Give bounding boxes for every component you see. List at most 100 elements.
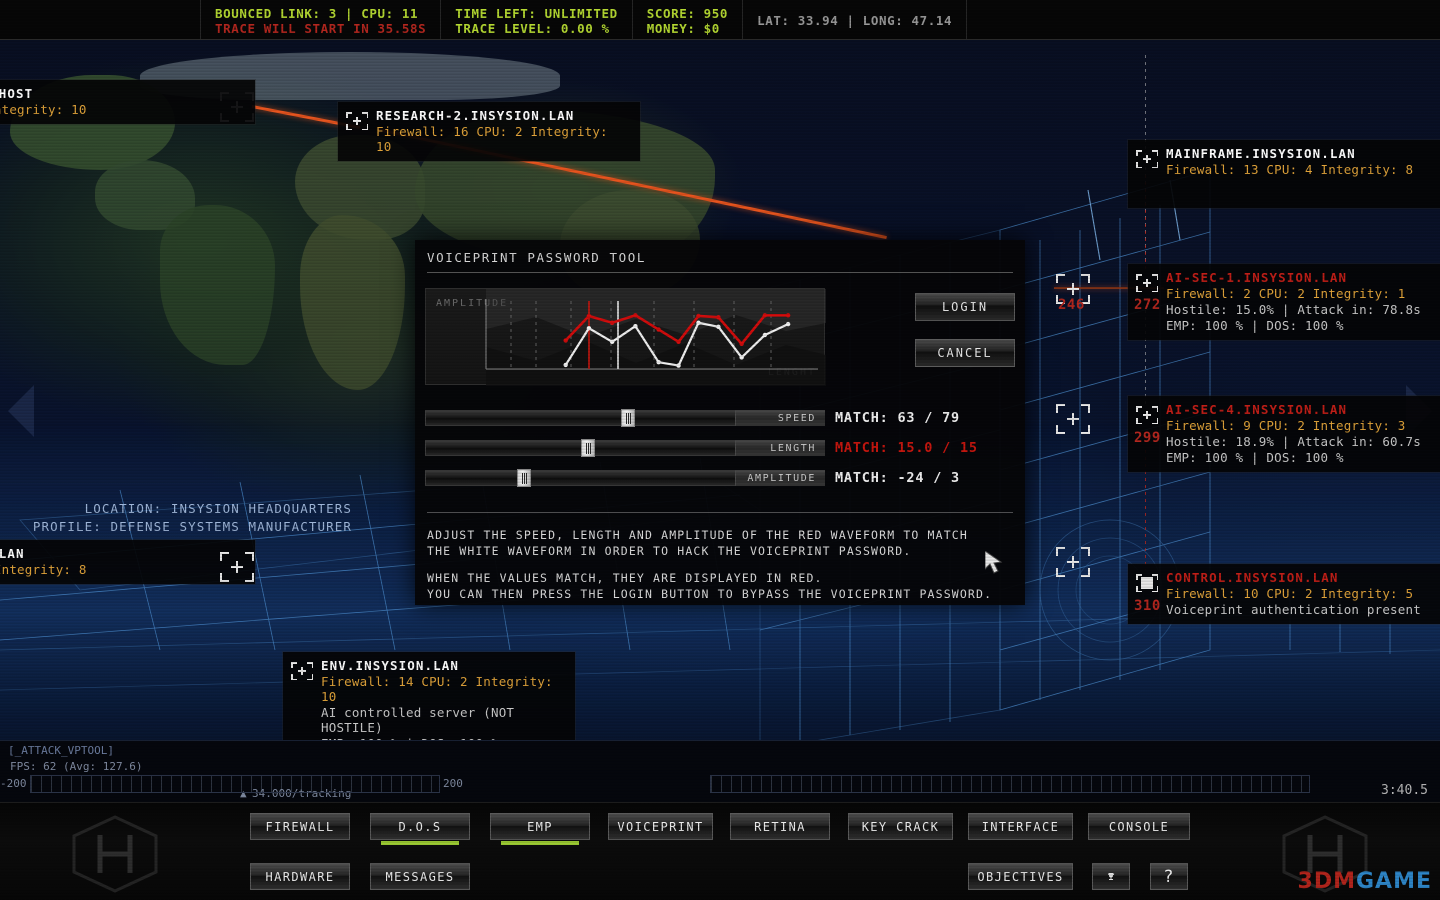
tool-button-dos[interactable]: D.O.S <box>370 813 470 840</box>
tool-button-messages[interactable]: MESSAGES <box>370 863 470 890</box>
help-text-line-2: the white waveform in order to hack the … <box>427 543 911 559</box>
server-hostile-info: Hostile: 18.9% | Attack in: 60.7s <box>1166 434 1421 449</box>
debug-graph-right <box>710 775 1310 793</box>
server-panel-mainframe[interactable]: MAINFRAME.INSYSION.LAN Firewall: 13 CPU:… <box>1128 140 1440 208</box>
trace-warning: Trace will start in 35.58s <box>215 21 426 36</box>
top-status-bar: Bounced link: 3 | CPU: 11 Trace will sta… <box>0 0 1440 40</box>
score-value: Score: 950 <box>647 6 728 21</box>
server-stats: Firewall: 9 CPU: 2 Integrity: 3 <box>1166 418 1421 433</box>
time-left-value: Time left: unlimited <box>455 6 618 21</box>
tool-button-key-crack[interactable]: KEY CRACK <box>848 813 953 840</box>
server-name: ENV.INSYSION.LAN <box>321 658 561 673</box>
trophy-icon[interactable] <box>1092 863 1130 890</box>
server-panel-control[interactable]: CONTROL.INSYSION.LAN Firewall: 10 CPU: 2… <box>1128 564 1440 624</box>
server-panel-research[interactable]: ARCH.INSYSION.LAN all: 12 CPU: 2 Integri… <box>0 540 255 584</box>
objectives-button[interactable]: OBJECTIVES <box>968 863 1073 890</box>
dialog-title: Voiceprint password tool <box>415 240 1025 265</box>
server-reticle-icon <box>1136 272 1158 294</box>
watermark-part-2: GAME <box>1356 869 1432 894</box>
server-name: NSPENCER.LOCALHOST <box>0 86 87 101</box>
speed-slider[interactable]: Speed <box>425 410 825 426</box>
server-panel-aisec1[interactable]: AI-SEC-1.INSYSION.LAN Firewall: 2 CPU: 2… <box>1128 264 1440 340</box>
hud-coords-cell: LAT: 33.94 | LONG: 47.14 <box>743 0 967 39</box>
server-panel-research2[interactable]: RESEARCH-2.INSYSION.LAN Firewall: 16 CPU… <box>338 102 640 161</box>
tool-button-interface[interactable]: INTERFACE <box>968 813 1073 840</box>
server-reticle-icon <box>291 660 313 682</box>
server-name: RESEARCH-2.INSYSION.LAN <box>376 108 626 123</box>
length-slider-label: Length <box>735 440 825 456</box>
profile-line: profile: Defense systems manufacturer <box>0 518 352 536</box>
tool-button-firewall[interactable]: FIREWALL <box>250 813 350 840</box>
server-stats: Firewall: 10 CPU: 2 Integrity: 5 <box>1166 586 1421 601</box>
trace-level-value: Trace level: 0.00 % <box>455 21 618 36</box>
mouse-cursor <box>985 551 1003 575</box>
tool-button-emp[interactable]: EMP <box>490 813 590 840</box>
speed-slider-label: Speed <box>735 410 825 426</box>
server-name: CONTROL.INSYSION.LAN <box>1166 570 1421 585</box>
server-emp-dos: EMP: 100 % | DOS: 100 % <box>1166 318 1421 333</box>
tool-button-emp-label: EMP <box>527 820 553 834</box>
location-line: Location: Insysion headquarters <box>0 500 352 518</box>
tool-button-retina[interactable]: RETINA <box>730 813 830 840</box>
divider-pipe: | <box>345 6 361 21</box>
help-text-line-3: When the values match, they are displaye… <box>427 570 823 586</box>
help-text-line-1: Adjust the speed, length and amplitude o… <box>427 527 968 543</box>
help-button[interactable]: ? <box>1150 863 1188 890</box>
server-reticle-icon-selected <box>1136 572 1158 594</box>
game-screen: 246 Bounced link: 3 | CPU: 11 Trace will… <box>0 0 1440 900</box>
server-stats: Firewall: 2 CPU: 2 Integrity: 1 <box>1166 286 1421 301</box>
help-text-line-4: You can then press the LOGIN button to b… <box>427 586 992 602</box>
login-button[interactable]: Login <box>915 293 1015 321</box>
coord-divider: | <box>846 13 862 28</box>
tool-button-console[interactable]: CONSOLE <box>1088 813 1190 840</box>
hud-link-cell: Bounced link: 3 | CPU: 11 Trace will sta… <box>200 0 441 39</box>
server-stats: Firewall: 13 CPU: 4 Integrity: 8 <box>1166 162 1413 177</box>
pan-left-arrow[interactable] <box>8 385 34 437</box>
location-info: Location: Insysion headquarters profile:… <box>0 500 352 536</box>
server-hostile-info: Hostile: 15.0% | Attack in: 78.8s <box>1166 302 1421 317</box>
server-name: ARCH.INSYSION.LAN <box>0 546 87 561</box>
server-panel-aisec4[interactable]: AI-SEC-4.INSYSION.LAN Firewall: 9 CPU: 2… <box>1128 396 1440 472</box>
logo-left <box>70 815 160 893</box>
cpu-value: CPU: 11 <box>361 6 418 21</box>
amplitude-slider[interactable]: Amplitude <box>425 470 825 486</box>
hud-bounce-row: Bounced link: 3 | CPU: 11 <box>215 6 426 21</box>
amplitude-slider-knob[interactable] <box>517 469 531 487</box>
debug-axis-min: -200 <box>0 777 27 790</box>
voiceprint-password-dialog[interactable]: Voiceprint password tool Amplitude Lengh… <box>415 240 1025 605</box>
tool-button-dos-label: D.O.S <box>398 820 441 834</box>
node-reticle-secondary[interactable] <box>1056 400 1090 434</box>
server-auth-info: Voiceprint authentication present <box>1166 602 1421 617</box>
debug-tag: [_ATTACK_VPTOOL] <box>8 744 114 757</box>
watermark: 3DMGAME <box>1298 869 1432 894</box>
server-ai-info: AI controlled server (NOT HOSTILE) <box>321 705 561 735</box>
debug-fps: FPS: 62 (Avg: 127.6) <box>10 760 142 773</box>
node-reticle-tertiary[interactable] <box>1056 543 1090 577</box>
length-slider[interactable]: Length <box>425 440 825 456</box>
debug-axis-max: 200 <box>443 777 463 790</box>
server-panel-spencer[interactable]: NSPENCER.LOCALHOST all: 4 CPU: 5 Integri… <box>0 80 255 124</box>
server-emp-dos: EMP: 100 % | DOS: 100 % <box>1166 450 1421 465</box>
tool-button-dos-active-indicator <box>381 841 459 845</box>
speed-match-value: Match: 63 / 79 <box>835 410 960 426</box>
node-number-272: 272 <box>1134 297 1161 313</box>
hud-score-cell: Score: 950 Money: $0 <box>633 0 743 39</box>
length-match-value: Match: 15.0 / 15 <box>835 440 978 456</box>
cancel-button[interactable]: Cancel <box>915 339 1015 367</box>
waveform-plot <box>426 289 826 386</box>
server-reticle-icon <box>1136 148 1158 170</box>
dialog-title-divider <box>427 272 1013 273</box>
longitude-value: LONG: 47.14 <box>863 13 952 28</box>
server-reticle-icon <box>346 110 368 132</box>
length-slider-knob[interactable] <box>581 439 595 457</box>
server-name: AI-SEC-4.INSYSION.LAN <box>1166 402 1421 417</box>
bottom-toolbar: FIREWALL D.O.S EMP VOICEPRINT RETINA KEY… <box>0 802 1440 900</box>
tool-button-voiceprint[interactable]: VOICEPRINT <box>608 813 713 840</box>
node-reticle-research[interactable] <box>220 548 254 582</box>
latitude-value: LAT: 33.94 <box>757 13 838 28</box>
node-number-299: 299 <box>1134 430 1161 446</box>
money-value: Money: $0 <box>647 21 728 36</box>
tool-button-hardware[interactable]: HARDWARE <box>250 863 350 890</box>
dialog-help-divider <box>427 512 1013 513</box>
speed-slider-knob[interactable] <box>621 409 635 427</box>
